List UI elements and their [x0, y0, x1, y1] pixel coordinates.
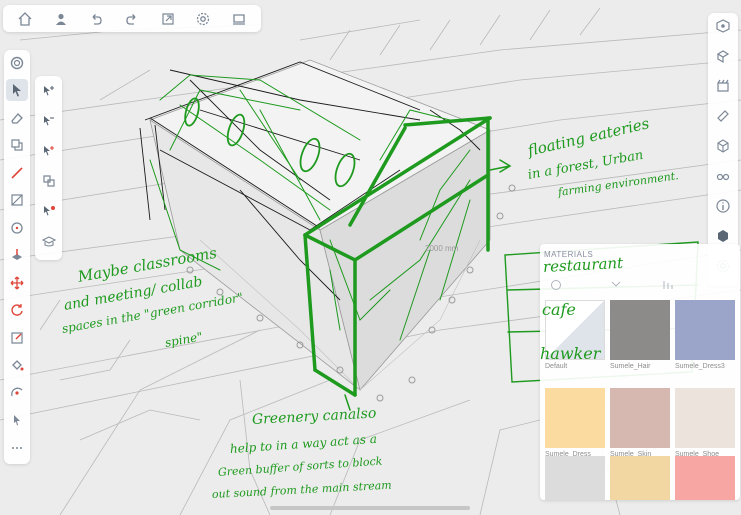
material-swatch[interactable]	[610, 300, 670, 360]
material-swatch[interactable]	[675, 300, 735, 360]
annotation-hawker: hawker	[540, 344, 601, 363]
material-swatch[interactable]	[545, 388, 605, 448]
move-tool-icon[interactable]	[6, 272, 28, 294]
undo-icon[interactable]	[85, 8, 107, 30]
materials-tabs	[551, 280, 673, 290]
material-swatch-label: Sumele_Hair	[610, 363, 651, 370]
select-subtract-icon[interactable]	[38, 110, 60, 132]
materials-panel: MATERIALS Default Sumele_Hair Sumele_Dress…	[540, 244, 740, 500]
select-by-tag-icon[interactable]	[38, 230, 60, 252]
display-icon[interactable]	[228, 8, 250, 30]
home-indicator[interactable]	[270, 506, 470, 510]
material-swatch-label: Default	[545, 363, 568, 370]
materials-edit-icon[interactable]	[611, 281, 621, 287]
orbit-tool-icon[interactable]	[6, 382, 28, 404]
material-swatch[interactable]	[610, 456, 670, 500]
material-swatch-label: Sumele_Dress3	[675, 363, 725, 370]
display-glasses-icon[interactable]	[712, 166, 734, 185]
push-pull-icon[interactable]	[6, 244, 28, 266]
top-toolbar	[3, 5, 261, 32]
home-icon[interactable]	[14, 8, 36, 30]
rectangle-tool-icon[interactable]	[6, 189, 28, 211]
tags-icon[interactable]	[712, 106, 734, 125]
canvas-dimension-label: 2000 mm	[425, 244, 459, 253]
modes-icon[interactable]	[6, 52, 28, 74]
paint-bucket-icon[interactable]	[6, 354, 28, 376]
circle-tool-icon[interactable]	[6, 217, 28, 239]
eraser-icon[interactable]	[6, 107, 28, 129]
select-sub-toolbar	[35, 76, 62, 260]
annotation-cafe: cafe	[542, 300, 576, 319]
select-add-icon[interactable]	[38, 80, 60, 102]
select-toggle-icon[interactable]	[38, 140, 60, 162]
scale-tool-icon[interactable]	[6, 327, 28, 349]
materials-icon[interactable]	[712, 226, 734, 245]
select-tool-icon[interactable]	[6, 79, 28, 102]
material-swatch[interactable]	[675, 388, 735, 448]
settings-gear-icon[interactable]	[192, 8, 214, 30]
scenes-icon[interactable]	[712, 76, 734, 95]
material-swatch[interactable]	[675, 456, 735, 500]
rotate-tool-icon[interactable]	[6, 299, 28, 321]
redo-icon[interactable]	[121, 8, 143, 30]
left-toolbar	[4, 50, 30, 464]
info-icon[interactable]	[712, 196, 734, 215]
materials-info-icon[interactable]	[551, 280, 561, 290]
material-swatch[interactable]	[545, 456, 605, 500]
entity-info-icon[interactable]	[712, 16, 734, 35]
select-connected-icon[interactable]	[38, 170, 60, 192]
user-icon[interactable]	[50, 8, 72, 30]
export-icon[interactable]	[157, 8, 179, 30]
select-similar-icon[interactable]	[38, 200, 60, 222]
materials-stats-icon[interactable]	[663, 281, 673, 289]
tape-measure-icon[interactable]	[6, 134, 28, 156]
more-tools-icon[interactable]	[6, 437, 28, 459]
material-swatch[interactable]	[610, 388, 670, 448]
line-tool-icon[interactable]	[6, 162, 28, 184]
components-icon[interactable]	[712, 46, 734, 65]
views-icon[interactable]	[712, 136, 734, 155]
cursor-icon[interactable]	[6, 409, 28, 431]
